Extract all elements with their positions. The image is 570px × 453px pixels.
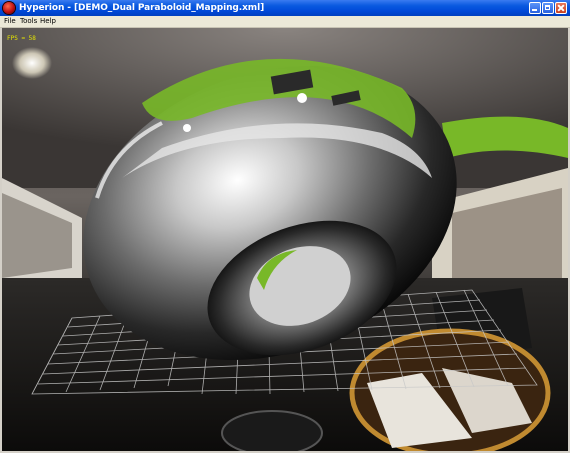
- hyperion-window: Hyperion - [DEMO_Dual Paraboloid_Mapping…: [0, 0, 570, 453]
- minimize-button[interactable]: [529, 2, 541, 14]
- render-viewport[interactable]: FPS = 58: [2, 28, 568, 451]
- window-title: Hyperion - [DEMO_Dual Paraboloid_Mapping…: [19, 3, 265, 13]
- fps-counter: FPS = 58: [7, 35, 36, 42]
- title-bar[interactable]: Hyperion - [DEMO_Dual Paraboloid_Mapping…: [0, 0, 570, 16]
- side-table: [221, 410, 323, 451]
- ceiling-light: [12, 47, 52, 79]
- menu-help[interactable]: Help: [40, 16, 56, 27]
- maximize-button[interactable]: [542, 2, 554, 14]
- close-button[interactable]: [555, 2, 567, 14]
- app-icon[interactable]: [3, 2, 15, 14]
- menu-tools[interactable]: Tools: [20, 16, 37, 27]
- menu-file[interactable]: File: [4, 16, 16, 27]
- menu-bar: File Tools Help: [0, 16, 570, 28]
- scene-render: [2, 28, 568, 451]
